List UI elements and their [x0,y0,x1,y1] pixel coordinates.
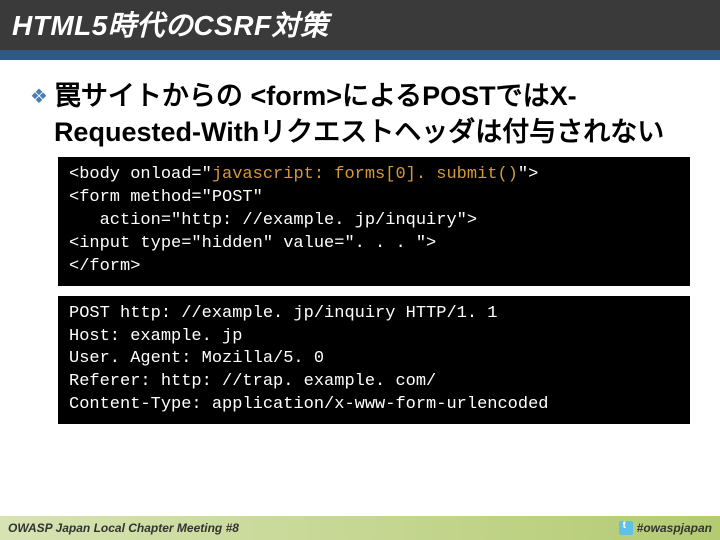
code-line: Host: example. jp [69,327,242,346]
footer-left-text: OWASP Japan Local Chapter Meeting #8 [8,521,239,535]
footer-right: #owaspjapan [619,521,712,535]
code-line: <body onload=" [69,165,212,184]
code-line: Referer: http: //trap. example. com/ [69,372,436,391]
code-line: </form> [69,257,140,276]
code-line: "> [518,165,538,184]
code-block-http: POST http: //example. jp/inquiry HTTP/1.… [58,296,690,425]
slide-header: HTML5時代のCSRF対策 [0,0,720,50]
footer-hashtag: #owaspjapan [637,521,712,535]
code-line: POST http: //example. jp/inquiry HTTP/1.… [69,304,497,323]
code-line: <form method="POST" [69,188,263,207]
twitter-icon [619,521,633,535]
slide-footer: OWASP Japan Local Chapter Meeting #8 #ow… [0,516,720,540]
header-accent-bar [0,50,720,60]
bullet-item: ❖ 罠サイトからの <form>によるPOSTではX-Requested-Wit… [30,78,690,151]
code-line: <input type="hidden" value=". . . "> [69,234,436,253]
code-block-html: <body onload="javascript: forms[0]. subm… [58,157,690,286]
slide-title: HTML5時代のCSRF対策 [12,4,708,44]
code-line: Content-Type: application/x-www-form-url… [69,395,548,414]
slide-content: ❖ 罠サイトからの <form>によるPOSTではX-Requested-Wit… [0,60,720,424]
bullet-text: 罠サイトからの <form>によるPOSTではX-Requested-Withリ… [54,78,690,151]
diamond-icon: ❖ [30,84,48,109]
code-line: User. Agent: Mozilla/5. 0 [69,349,324,368]
code-line: action="http: //example. jp/inquiry"> [69,211,477,230]
code-string: javascript: forms[0]. submit() [212,165,518,184]
